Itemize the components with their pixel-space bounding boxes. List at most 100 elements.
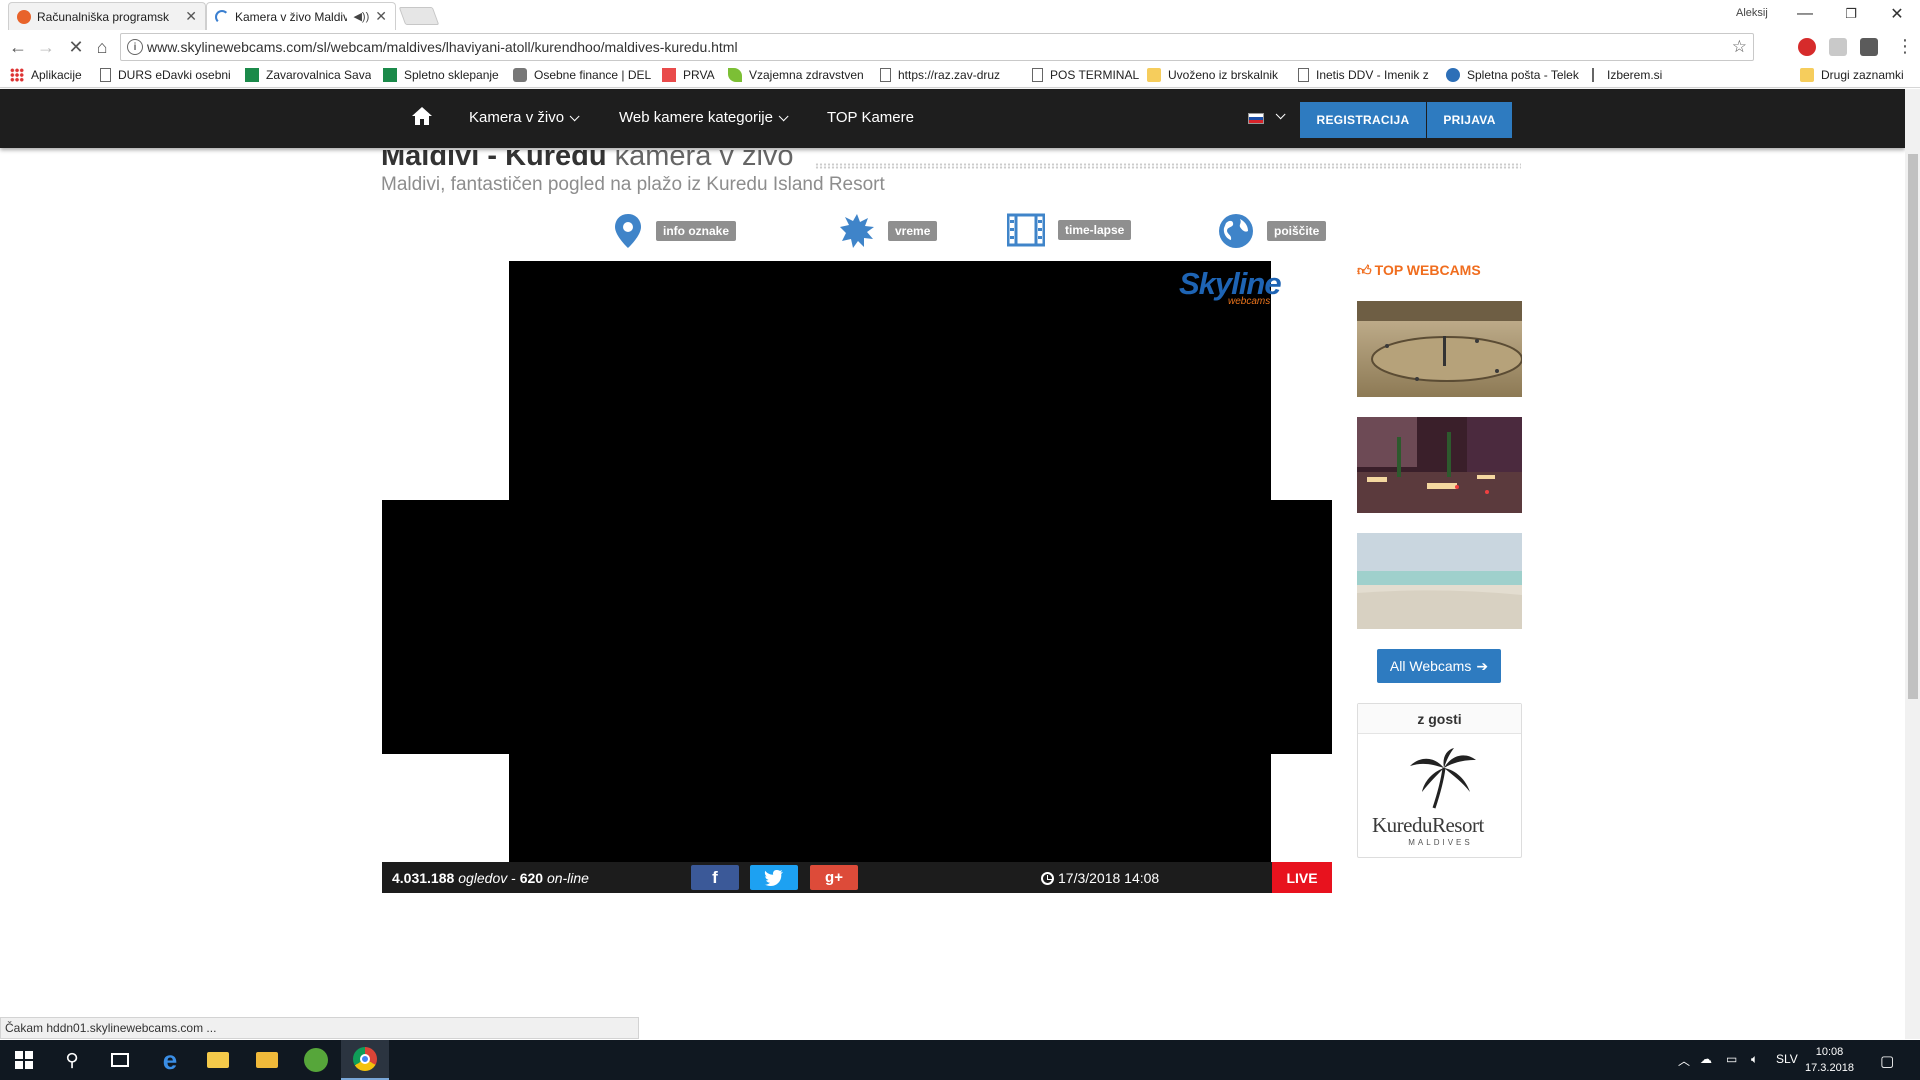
video-player[interactable]	[509, 261, 1271, 500]
chrome-taskbar-icon[interactable]	[341, 1040, 389, 1080]
telekom-icon	[1446, 68, 1460, 82]
close-tab-icon[interactable]: ✕	[375, 8, 387, 25]
bookmark-item[interactable]: DURS eDavki osebni	[100, 68, 230, 82]
guest-heading: z gosti	[1358, 704, 1521, 734]
apps-grid-icon	[10, 68, 24, 82]
mail-extension-icon[interactable]	[1860, 38, 1878, 56]
bookmark-item[interactable]: POS TERMINAL	[1032, 68, 1139, 82]
chrome-center	[360, 1054, 370, 1064]
site-favicon-icon	[17, 9, 31, 24]
volume-icon[interactable]: 🔈︎	[1751, 1052, 1758, 1067]
utorrent-icon[interactable]	[292, 1040, 340, 1080]
guest-partner-box[interactable]: z gosti KureduResort MALDIVES	[1357, 703, 1522, 858]
live-badge: LIVE	[1272, 862, 1332, 893]
task-view-icon[interactable]	[96, 1040, 144, 1080]
bookmark-item[interactable]: https://raz.zav-druz	[880, 68, 1015, 82]
bookmark-item[interactable]: PRVA	[662, 68, 715, 82]
nav-top-cameras[interactable]: TOP Kamere	[827, 109, 914, 126]
action-center-icon[interactable]: ▢	[1880, 1052, 1894, 1070]
login-button[interactable]: PRIJAVA	[1427, 102, 1512, 138]
film-strip-icon	[1007, 213, 1045, 247]
beach-thumbnail	[1357, 533, 1522, 629]
edge-browser-icon[interactable]: e	[146, 1040, 194, 1080]
webcam-thumbnail[interactable]	[1357, 533, 1522, 629]
profile-name[interactable]: Aleksij	[1736, 7, 1768, 19]
system-clock[interactable]: 10:08 17.3.2018	[1805, 1044, 1854, 1076]
map-pin-icon	[615, 214, 641, 248]
prva-icon	[662, 68, 676, 82]
register-button[interactable]: REGISTRACIJA	[1300, 102, 1426, 138]
new-tab-button[interactable]	[398, 7, 440, 25]
bookmark-item[interactable]: Spletna pošta - Telek	[1446, 68, 1581, 82]
audio-playing-icon[interactable]: ◀))	[353, 10, 369, 23]
onedrive-cloud-icon[interactable]: ☁	[1700, 1052, 1712, 1066]
mail-shape	[256, 1052, 278, 1068]
twitter-share-button[interactable]	[750, 865, 798, 890]
chrome-logo-shape	[353, 1047, 377, 1071]
all-webcams-button[interactable]: All Webcams ➔	[1377, 649, 1501, 683]
back-arrow-icon[interactable]: ←	[6, 35, 30, 59]
folder-icon	[1800, 68, 1814, 82]
weather-link[interactable]: vreme	[839, 213, 938, 249]
webcam-thumbnail[interactable]	[1357, 417, 1522, 513]
scrollbar-thumb[interactable]	[1908, 154, 1918, 699]
timelapse-link[interactable]: time-lapse	[1007, 213, 1132, 247]
page-scrollbar[interactable]	[1905, 89, 1920, 1039]
tab-racunalniska[interactable]: Računalniška programsk ✕	[8, 2, 206, 30]
google-plus-share-button[interactable]: g+	[810, 865, 858, 890]
stop-loading-icon[interactable]: ✕	[64, 35, 88, 59]
info-labels-link[interactable]: info oznake	[613, 213, 737, 249]
bookmark-item[interactable]: Osebne finance | DEL	[513, 68, 651, 82]
address-bar[interactable]: i www.skylinewebcams.com/sl/webcam/maldi…	[120, 33, 1754, 61]
file-explorer-icon[interactable]	[194, 1040, 242, 1080]
twitter-bird-icon	[764, 869, 783, 886]
folder-shape	[207, 1052, 229, 1068]
chevron-down-icon	[569, 111, 580, 122]
chevron-down-icon[interactable]	[1275, 109, 1286, 120]
extension-c-icon[interactable]	[1829, 38, 1847, 56]
bookmark-star-icon[interactable]: ☆	[1732, 37, 1747, 57]
minimize-icon[interactable]: —	[1782, 0, 1828, 28]
browser-tab-bar: Računalniška programsk ✕ Kamera v živo M…	[0, 0, 1920, 30]
chrome-menu-icon[interactable]: ⋮	[1896, 36, 1914, 57]
input-language[interactable]: SLV	[1776, 1052, 1798, 1066]
close-tab-icon[interactable]: ✕	[185, 8, 197, 25]
video-player-area[interactable]	[382, 500, 1332, 754]
facebook-share-button[interactable]: f	[691, 865, 739, 890]
windows-start-icon[interactable]	[0, 1040, 48, 1080]
search-icon[interactable]: ⚲	[48, 1040, 96, 1080]
search-nearby-link[interactable]: poiščite	[1218, 213, 1327, 249]
adblock-extension-icon[interactable]	[1798, 38, 1816, 56]
bookmark-item[interactable]: Spletno sklepanje	[383, 68, 499, 82]
home-button-icon[interactable]: ⌂	[90, 35, 114, 59]
bookmark-item[interactable]: Izberem.si	[1592, 68, 1662, 82]
bookmark-item[interactable]: Aplikacije	[10, 68, 82, 82]
mail-app-icon[interactable]	[243, 1040, 291, 1080]
restore-icon[interactable]: ❐	[1828, 0, 1874, 28]
task-view-box	[111, 1053, 129, 1067]
palm-tree-logo-icon	[1410, 748, 1476, 809]
forward-arrow-icon[interactable]: →	[34, 35, 58, 59]
video-player-area[interactable]	[509, 754, 1271, 862]
network-icon[interactable]: ▭	[1726, 1052, 1737, 1066]
site-info-icon[interactable]: i	[127, 39, 143, 55]
bookmark-item[interactable]: Drugi zaznamki	[1800, 68, 1904, 82]
bookmark-item[interactable]: Zavarovalnica Sava	[245, 68, 371, 82]
bookmark-item[interactable]: Inetis DDV - Imenik z	[1298, 68, 1433, 82]
home-icon[interactable]	[411, 106, 433, 126]
leaf-icon	[728, 68, 742, 82]
page-icon	[1298, 68, 1309, 82]
loading-spinner-icon	[215, 9, 229, 24]
slovenian-flag-icon[interactable]	[1248, 113, 1264, 124]
bookmark-item[interactable]: Vzajemna zdravstven	[728, 68, 868, 82]
nav-webcam-categories[interactable]: Web kamere kategorije	[619, 109, 789, 126]
top-webcams-heading: 👍︎ TOP WEBCAMS	[1357, 262, 1481, 278]
dotted-divider	[815, 163, 1521, 169]
webcam-thumbnail[interactable]	[1357, 301, 1522, 397]
close-window-icon[interactable]: ✕	[1874, 0, 1920, 28]
nav-live-camera[interactable]: Kamera v živo	[469, 109, 580, 126]
thumbs-up-icon: 👍︎	[1357, 262, 1372, 278]
tray-chevron-icon[interactable]: ︿	[1678, 1052, 1690, 1069]
bookmark-item[interactable]: Uvoženo iz brskalnik	[1147, 68, 1285, 82]
tab-kamera-v-zivo[interactable]: Kamera v živo Maldiv ◀)) ✕	[206, 2, 396, 30]
